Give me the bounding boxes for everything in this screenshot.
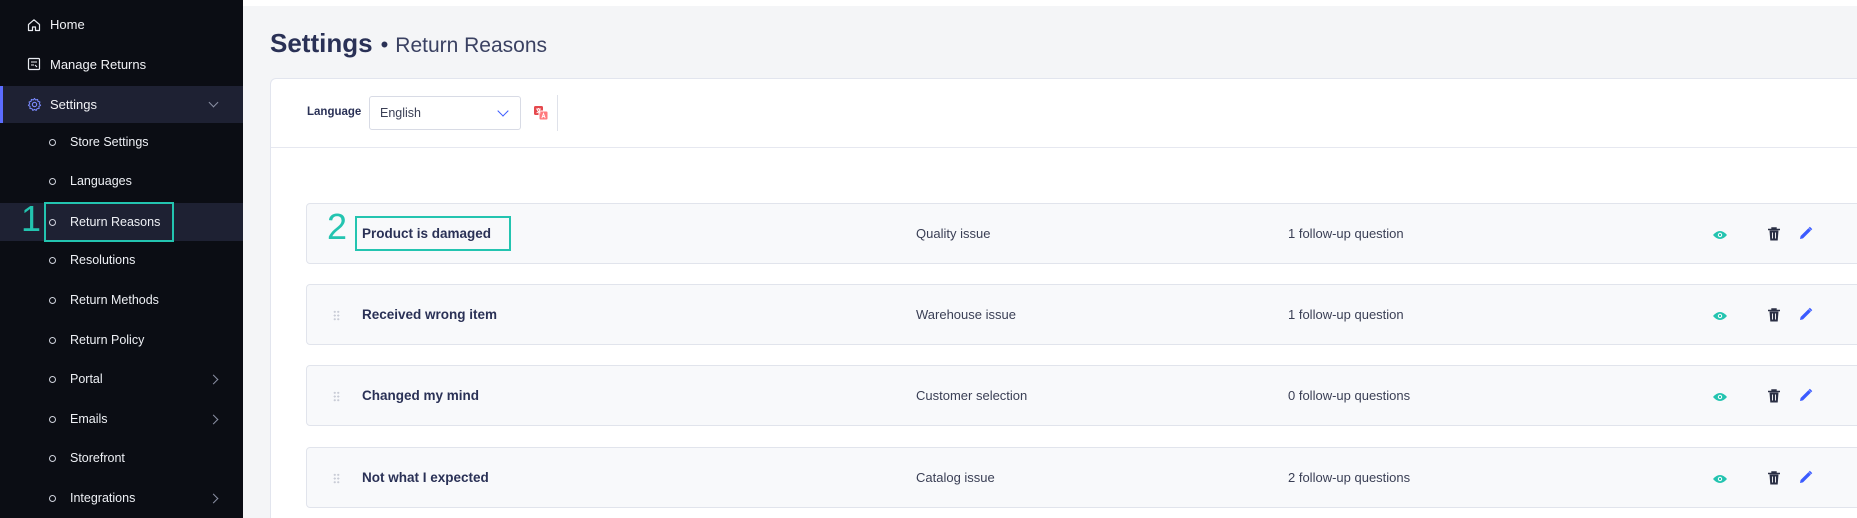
trash-icon[interactable] [1767,226,1781,242]
sidebar-subitem-resolutions[interactable]: Resolutions [0,241,243,279]
bullet-icon [49,336,56,344]
drag-handle-icon[interactable] [333,310,340,321]
page-title: Settings • Return Reasons [270,28,547,59]
sidebar-subitem-return-policy[interactable]: Return Policy [0,321,243,359]
sidebar-subitem-label: Storefront [70,451,125,465]
sidebar-item-label: Home [50,17,85,32]
bullet-icon [49,454,56,462]
chevron-right-icon [208,493,219,503]
bullet-icon [49,415,56,423]
bullet-icon [49,296,56,304]
chevron-down-icon [208,97,219,108]
toolbar-divider [557,95,558,131]
gear-icon [26,97,42,113]
bullet-icon [49,375,56,383]
sidebar-subitem-integrations[interactable]: Integrations [0,479,243,517]
annotation-highlight-return-reasons [44,202,174,242]
trash-icon[interactable] [1767,307,1781,323]
chevron-down-icon [497,105,509,117]
reason-category: Warehouse issue [916,307,1016,322]
eye-icon[interactable] [1712,390,1728,402]
sidebar-subitem-label: Return Policy [70,333,145,347]
sidebar-subitem-return-methods[interactable]: Return Methods [0,281,243,319]
reason-followups: 1 follow-up question [1288,226,1404,241]
pencil-icon[interactable] [1798,226,1813,241]
chevron-right-icon [208,414,219,424]
bullet-icon [49,177,56,185]
bullet-icon [49,494,56,502]
pencil-icon[interactable] [1798,307,1813,322]
reason-followups: 2 follow-up questions [1288,470,1411,485]
reason-followups: 1 follow-up question [1288,307,1404,322]
annotation-highlight-product-damaged [355,216,511,251]
reason-row[interactable]: Received wrong item Warehouse issue 1 fo… [306,284,1857,345]
reason-name[interactable]: Not what I expected [362,470,489,485]
bullet-icon [49,256,56,264]
title-separator: • [380,32,389,57]
eye-icon[interactable] [1712,472,1728,484]
sidebar: Home Manage Returns Settings Store Setti… [0,0,243,518]
sidebar-item-manage-returns[interactable]: Manage Returns [0,47,243,81]
sidebar-subitem-portal[interactable]: Portal [0,360,243,398]
reasons-panel: Language English Product is damaged Qual… [270,78,1857,518]
reason-name[interactable]: Changed my mind [362,388,479,403]
reason-followups: 0 follow-up questions [1288,388,1411,403]
eye-icon[interactable] [1712,228,1728,240]
reason-category: Quality issue [916,226,991,241]
sidebar-subitem-label: Store Settings [70,135,149,149]
drag-handle-icon[interactable] [333,473,340,484]
sidebar-subitem-store-settings[interactable]: Store Settings [0,123,243,161]
language-select[interactable]: English [369,96,521,130]
sidebar-item-settings[interactable]: Settings [0,86,243,123]
reason-category: Catalog issue [916,470,995,485]
main-content: Settings • Return Reasons Language Engli… [243,0,1857,518]
reason-row[interactable]: Changed my mind Customer selection 0 fol… [306,365,1857,426]
sidebar-subitem-label: Integrations [70,491,136,505]
sidebar-subitem-label: Portal [70,372,103,386]
trash-icon[interactable] [1767,388,1781,404]
bullet-icon [49,138,56,146]
annotation-number-2: 2 [327,206,348,247]
sidebar-item-label: Manage Returns [50,56,147,72]
reason-name[interactable]: Received wrong item [362,307,497,322]
pencil-icon[interactable] [1798,470,1813,485]
home-icon [26,17,42,33]
page-title-sub: Return Reasons [395,34,548,57]
translate-icon[interactable] [533,105,549,121]
sidebar-subitem-label: Resolutions [70,253,136,267]
sidebar-subitem-label: Languages [70,174,132,188]
sidebar-item-label: Settings [50,97,97,112]
trash-icon[interactable] [1767,470,1781,486]
reason-row[interactable]: Not what I expected Catalog issue 2 foll… [306,447,1857,508]
reason-category: Customer selection [916,388,1028,403]
eye-icon[interactable] [1712,309,1728,321]
chevron-right-icon [208,374,219,384]
sidebar-subitem-languages[interactable]: Languages [0,162,243,200]
reason-row[interactable]: Product is damaged Quality issue 1 follo… [306,203,1857,264]
language-label: Language [307,106,362,118]
drag-handle-icon[interactable] [333,391,340,402]
sidebar-subitem-label: Return Methods [70,293,159,307]
sidebar-item-home[interactable]: Home [0,8,243,41]
pencil-icon[interactable] [1798,388,1813,403]
sidebar-subitem-emails[interactable]: Emails [0,400,243,438]
language-toolbar: Language English [271,79,1857,148]
page-title-main: Settings [270,28,373,58]
top-strip [243,0,1857,6]
sidebar-subitem-storefront[interactable]: Storefront [0,439,243,477]
sidebar-subitem-label: Emails [70,412,108,426]
language-select-value: English [380,106,421,120]
returns-icon [26,56,42,72]
annotation-number-1: 1 [21,198,42,239]
